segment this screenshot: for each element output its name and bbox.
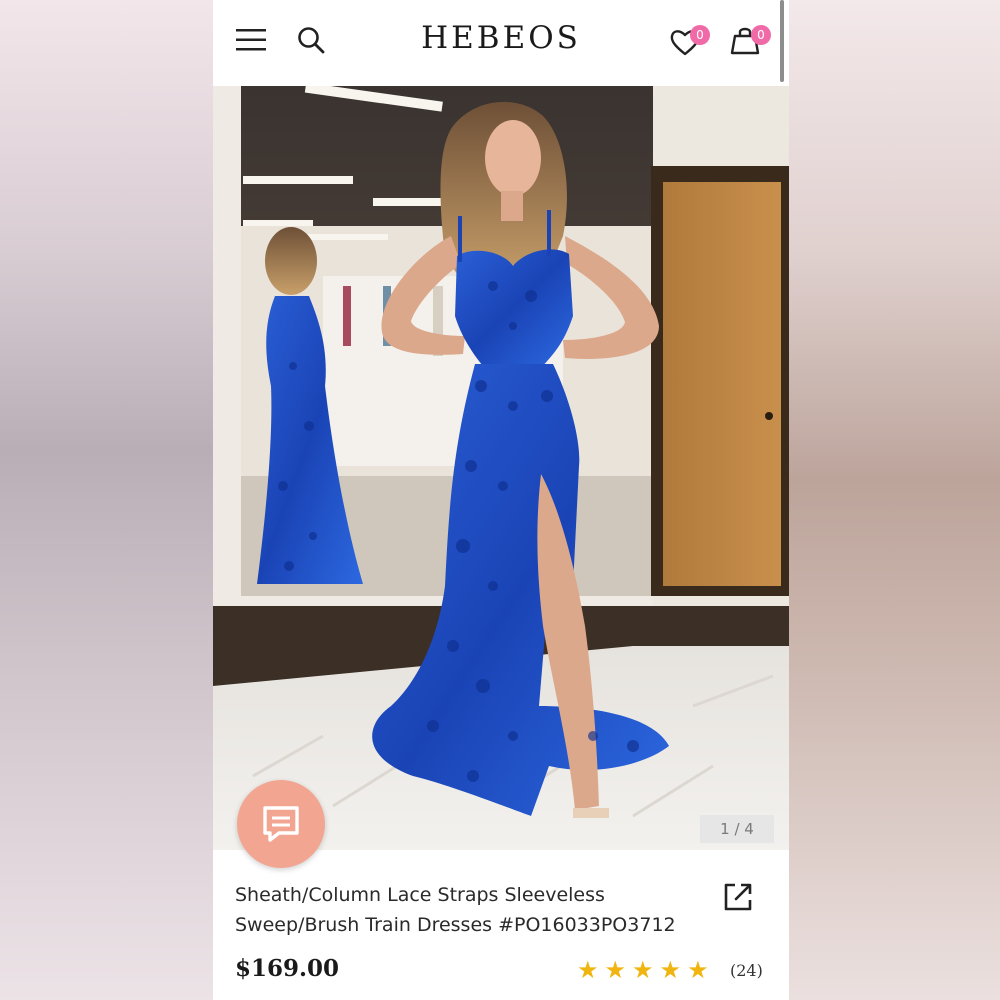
star-icon: ★ bbox=[632, 956, 654, 984]
product-title: Sheath/Column Lace Straps Sleeveless Swe… bbox=[235, 880, 705, 940]
wishlist-count-badge: 0 bbox=[690, 25, 710, 45]
rating-stars[interactable]: ★ ★ ★ ★ ★ bbox=[577, 956, 709, 984]
star-icon: ★ bbox=[577, 956, 599, 984]
background-left bbox=[0, 0, 213, 1000]
product-price: $169.00 bbox=[235, 955, 340, 982]
star-icon: ★ bbox=[687, 956, 709, 984]
image-counter: 1 / 4 bbox=[700, 815, 774, 843]
share-icon bbox=[724, 883, 752, 911]
search-button[interactable] bbox=[295, 24, 327, 56]
chat-button[interactable] bbox=[237, 780, 325, 868]
chat-icon bbox=[263, 806, 299, 842]
cart-count-badge: 0 bbox=[751, 25, 771, 45]
site-header: HEBEOS 0 0 bbox=[213, 0, 789, 86]
mobile-page: HEBEOS 0 0 1 / 4 Sheath/Column Lace Stra… bbox=[213, 0, 789, 1000]
scrollbar[interactable] bbox=[780, 0, 784, 82]
star-icon: ★ bbox=[659, 956, 682, 984]
product-title-line-1: Sheath/Column Lace Straps Sleeveless bbox=[235, 884, 605, 906]
product-photo bbox=[213, 86, 789, 850]
menu-button[interactable] bbox=[233, 24, 269, 56]
background-right bbox=[789, 0, 1000, 1000]
search-icon bbox=[298, 27, 325, 54]
star-icon: ★ bbox=[604, 956, 627, 984]
review-count[interactable]: (24) bbox=[730, 961, 763, 980]
share-button[interactable] bbox=[719, 878, 757, 916]
brand-logo[interactable]: HEBEOS bbox=[401, 20, 601, 56]
product-image[interactable] bbox=[213, 86, 789, 850]
product-title-line-2: Sweep/Brush Train Dresses #PO16033PO3712 bbox=[235, 914, 676, 936]
menu-icon bbox=[236, 29, 266, 51]
